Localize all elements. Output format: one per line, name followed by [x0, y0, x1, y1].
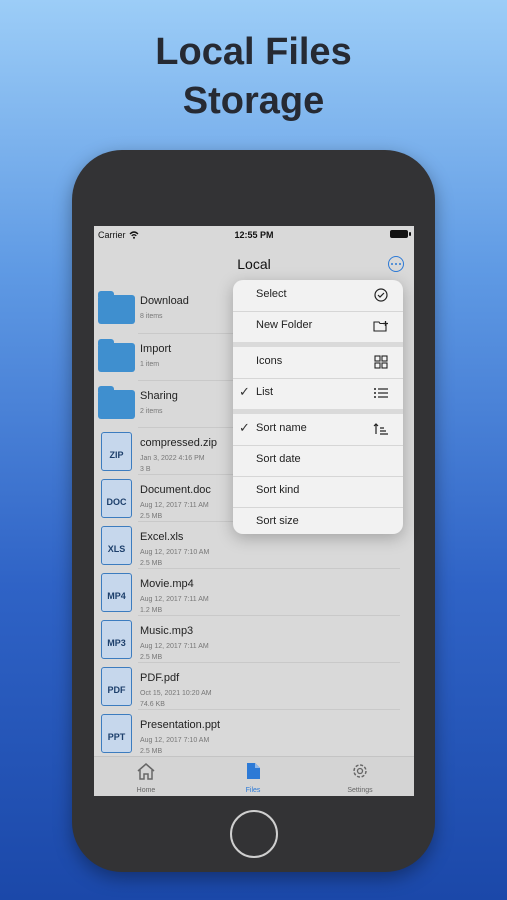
- file-icon: [247, 763, 260, 779]
- gear-icon: [353, 764, 367, 778]
- menu-item-select[interactable]: Select: [233, 280, 403, 311]
- checkmark-icon: ✓: [239, 420, 250, 435]
- list-icon: [374, 388, 388, 398]
- file-name: Movie.mp4: [140, 578, 194, 590]
- menu-label: Icons: [256, 355, 283, 367]
- menu-label: Sort kind: [256, 484, 300, 496]
- file-row-presentation[interactable]: PPT Presentation.ppt Aug 12, 2017 7:10 A…: [94, 710, 414, 757]
- menu-label: Sort size: [256, 515, 299, 527]
- file-name: Music.mp3: [140, 625, 194, 637]
- more-options-button[interactable]: [388, 256, 404, 272]
- tab-bar: Home Files Settings: [94, 756, 414, 796]
- tab-label: Settings: [347, 787, 373, 794]
- nav-bar: Local: [94, 248, 414, 280]
- file-name: compressed.zip: [140, 437, 218, 449]
- file-meta: Oct 15, 2021 10:20 AM 74.6 KB: [140, 690, 212, 708]
- file-meta: Jan 3, 2022 4:16 PM 3 B: [140, 455, 205, 473]
- tab-files[interactable]: Files: [223, 762, 283, 794]
- tab-label: Files: [245, 787, 261, 794]
- file-meta: Aug 12, 2017 7:11 AM 2.5 MB: [140, 643, 209, 661]
- file-row-movie[interactable]: MP4 Movie.mp4 Aug 12, 2017 7:11 AM 1.2 MB: [94, 569, 414, 616]
- grid-icon: [374, 355, 388, 369]
- file-meta: Aug 12, 2017 7:11 AM 1.2 MB: [140, 596, 209, 614]
- doc-file-icon: DOC: [101, 479, 132, 518]
- promo-headline: Local Files Storage: [0, 28, 507, 126]
- tab-home[interactable]: Home: [116, 762, 176, 794]
- menu-item-new-folder[interactable]: New Folder: [233, 311, 403, 342]
- file-name: Document.doc: [140, 484, 211, 496]
- menu-label: Sort name: [256, 422, 307, 434]
- folder-icon: [98, 386, 135, 419]
- status-bar: Carrier 12:55 PM: [94, 226, 414, 244]
- status-time: 12:55 PM: [234, 230, 274, 240]
- file-name: Presentation.ppt: [140, 719, 221, 731]
- nav-title: Local: [237, 256, 271, 272]
- tab-label: Home: [136, 787, 156, 794]
- folder-name: Download: [140, 295, 189, 307]
- mp3-file-icon: MP3: [101, 620, 132, 659]
- folder-count: 1 item: [140, 361, 160, 368]
- file-meta: Aug 12, 2017 7:11 AM 2.5 MB: [140, 502, 209, 520]
- xls-file-icon: XLS: [101, 526, 132, 565]
- folder-name: Sharing: [140, 390, 178, 402]
- more-dot-icon: [395, 263, 397, 265]
- folder-name: Import: [140, 343, 172, 355]
- mp4-file-icon: MP4: [101, 573, 132, 612]
- menu-label: Sort date: [256, 453, 301, 465]
- folder-add-icon: [373, 321, 388, 332]
- file-meta: Aug 12, 2017 7:10 AM 2.5 MB: [140, 549, 210, 567]
- checkmark-circle-icon: [374, 288, 388, 302]
- menu-item-list[interactable]: ✓ List: [233, 378, 403, 409]
- folder-count: 2 items: [140, 408, 163, 415]
- file-row-pdf[interactable]: PDF PDF.pdf Oct 15, 2021 10:20 AM 74.6 KB: [94, 663, 414, 710]
- tab-settings[interactable]: Settings: [330, 762, 390, 794]
- headline-line-1: Local Files: [155, 31, 352, 73]
- more-dot-icon: [391, 263, 393, 265]
- ppt-file-icon: PPT: [101, 714, 132, 753]
- zip-file-icon: ZIP: [101, 432, 132, 471]
- sort-ascending-icon: [373, 423, 388, 435]
- menu-label: List: [256, 386, 274, 398]
- menu-item-sort-date[interactable]: Sort date: [233, 445, 403, 476]
- menu-item-sort-size[interactable]: Sort size: [233, 507, 403, 534]
- checkmark-icon: ✓: [239, 384, 250, 399]
- pdf-file-icon: PDF: [101, 667, 132, 706]
- menu-label: New Folder: [256, 319, 313, 331]
- folder-icon: [98, 339, 135, 372]
- menu-item-sort-name[interactable]: ✓ Sort name: [233, 414, 403, 445]
- home-hardware-button[interactable]: [230, 810, 278, 858]
- file-meta: Aug 12, 2017 7:10 AM 2.5 MB: [140, 737, 210, 755]
- menu-item-sort-kind[interactable]: Sort kind: [233, 476, 403, 507]
- folder-count: 8 items: [140, 313, 163, 320]
- options-menu: Select New Folder Icons ✓ List ✓ Sort na…: [233, 280, 403, 534]
- more-dot-icon: [399, 263, 401, 265]
- battery-icon: [390, 230, 411, 238]
- headline-line-2: Storage: [182, 80, 325, 122]
- house-icon: [137, 763, 155, 780]
- file-row-music[interactable]: MP3 Music.mp3 Aug 12, 2017 7:11 AM 2.5 MB: [94, 616, 414, 663]
- file-name: Excel.xls: [140, 531, 184, 543]
- menu-item-icons[interactable]: Icons: [233, 347, 403, 378]
- file-name: PDF.pdf: [140, 672, 180, 684]
- folder-icon: [98, 291, 135, 324]
- menu-label: Select: [256, 288, 287, 300]
